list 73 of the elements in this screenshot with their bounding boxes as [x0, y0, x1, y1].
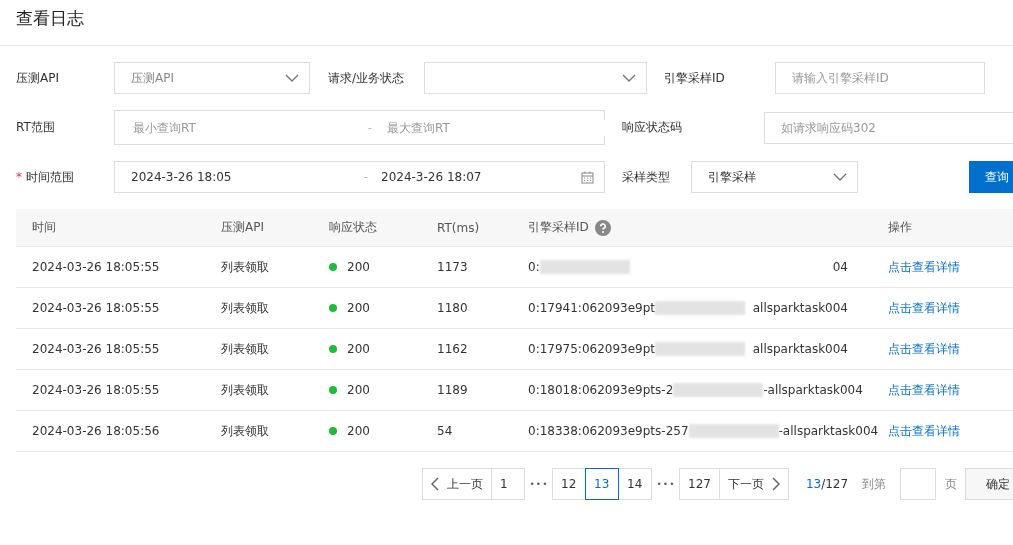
table-cell: 200 [347, 301, 370, 315]
current-page: 13 [805, 477, 822, 491]
start-time-field[interactable]: 2024-3-26 18:05 [131, 170, 351, 184]
table-cell: 2024-03-26 18:05:55 [32, 383, 160, 397]
range-separator: - [366, 120, 374, 135]
table-cell: 1180 [437, 301, 468, 315]
ellipsis: ••• [528, 479, 550, 489]
confirm-button[interactable]: 确定 [965, 468, 1013, 500]
table-cell: -allsparktask004 [763, 383, 863, 397]
goto-label: 到第 [862, 475, 887, 493]
field-label: 压测API [16, 69, 60, 87]
sample-id-field[interactable]: 请输入引擎采样ID [775, 62, 985, 94]
page-title: 查看日志 [0, 0, 1013, 46]
table-cell: 0:18338:062093e9pts-257 [528, 424, 689, 438]
page-button[interactable]: 14 [618, 468, 652, 500]
table-cell: -allsparktask004 [778, 424, 879, 438]
page-button[interactable]: 12 [552, 468, 586, 500]
table-cell: 2024-03-26 18:05:55 [32, 260, 160, 274]
table-cell: 1162 [437, 342, 468, 356]
page-unit: 页 [945, 475, 958, 493]
table-cell: 200 [347, 342, 370, 356]
table-cell: 200 [347, 260, 370, 274]
table-cell: 列表领取 [221, 340, 269, 358]
total-pages: /127 [821, 477, 849, 491]
table-cell: 列表领取 [221, 381, 269, 399]
table-cell: 2024-03-26 18:05:56 [32, 424, 160, 438]
table-cell: 列表领取 [221, 299, 269, 317]
page-button[interactable]: 13 [585, 468, 619, 500]
table-cell: 列表领取 [221, 258, 269, 276]
column-header: 响应状态 [329, 219, 377, 236]
column-header: 时间 [32, 219, 56, 236]
field-label: 请求/业务状态 [328, 69, 406, 87]
table-cell: 200 [347, 383, 370, 397]
table-cell: 0:18018:062093e9pts-2 [528, 383, 674, 397]
prev-page-button[interactable]: 上一页 [422, 468, 492, 500]
table-cell: 0: [528, 260, 540, 274]
sample-type-select[interactable]: 引擎采样 [691, 161, 858, 193]
response-code-field[interactable]: 如请求响应码302 [764, 111, 1013, 144]
table-cell: 1189 [437, 383, 468, 397]
column-header: 压测API [221, 219, 264, 236]
table-cell: 2024-03-26 18:05:55 [32, 301, 160, 315]
table-cell: allsparktask004 [752, 301, 848, 315]
table-cell: 0:17975:062093e9pt [528, 342, 656, 356]
field-label: 引擎采样ID [664, 69, 726, 87]
range-separator: - [362, 170, 370, 184]
field-label: 时间范围 [26, 168, 75, 186]
details-link[interactable]: 点击查看详情 [888, 422, 960, 440]
details-link[interactable]: 点击查看详情 [888, 381, 960, 399]
next-page-button[interactable]: 下一页 [718, 468, 789, 500]
table-cell: 54 [437, 424, 453, 438]
details-link[interactable]: 点击查看详情 [888, 299, 960, 317]
table-cell: 2024-03-26 18:05:55 [32, 342, 160, 356]
page-button[interactable]: 127 [679, 468, 720, 500]
column-header: 引擎采样ID [528, 219, 589, 236]
table-cell: 200 [347, 424, 370, 438]
details-link[interactable]: 点击查看详情 [888, 258, 960, 276]
query-button[interactable]: 查询 [969, 161, 1013, 193]
ellipsis: ••• [655, 479, 677, 489]
field-label: 采样类型 [622, 168, 671, 186]
table-cell: 列表领取 [221, 422, 269, 440]
required-mark: * [16, 170, 22, 184]
table-cell: 0:17941:062093e9pt [528, 301, 656, 315]
end-time-field[interactable]: 2024-3-26 18:07 [381, 170, 581, 184]
table-cell: 04 [832, 260, 848, 274]
field-label: RT范围 [16, 119, 56, 136]
table-cell: allsparktask004 [752, 342, 848, 356]
table-cell: 1173 [437, 260, 468, 274]
page-button[interactable]: 1 [491, 468, 525, 500]
column-header: 操作 [888, 219, 912, 236]
api-select[interactable]: 压测API [114, 62, 310, 94]
field-label: 响应状态码 [622, 119, 683, 136]
column-header: RT(ms) [437, 220, 480, 235]
details-link[interactable]: 点击查看详情 [888, 340, 960, 358]
